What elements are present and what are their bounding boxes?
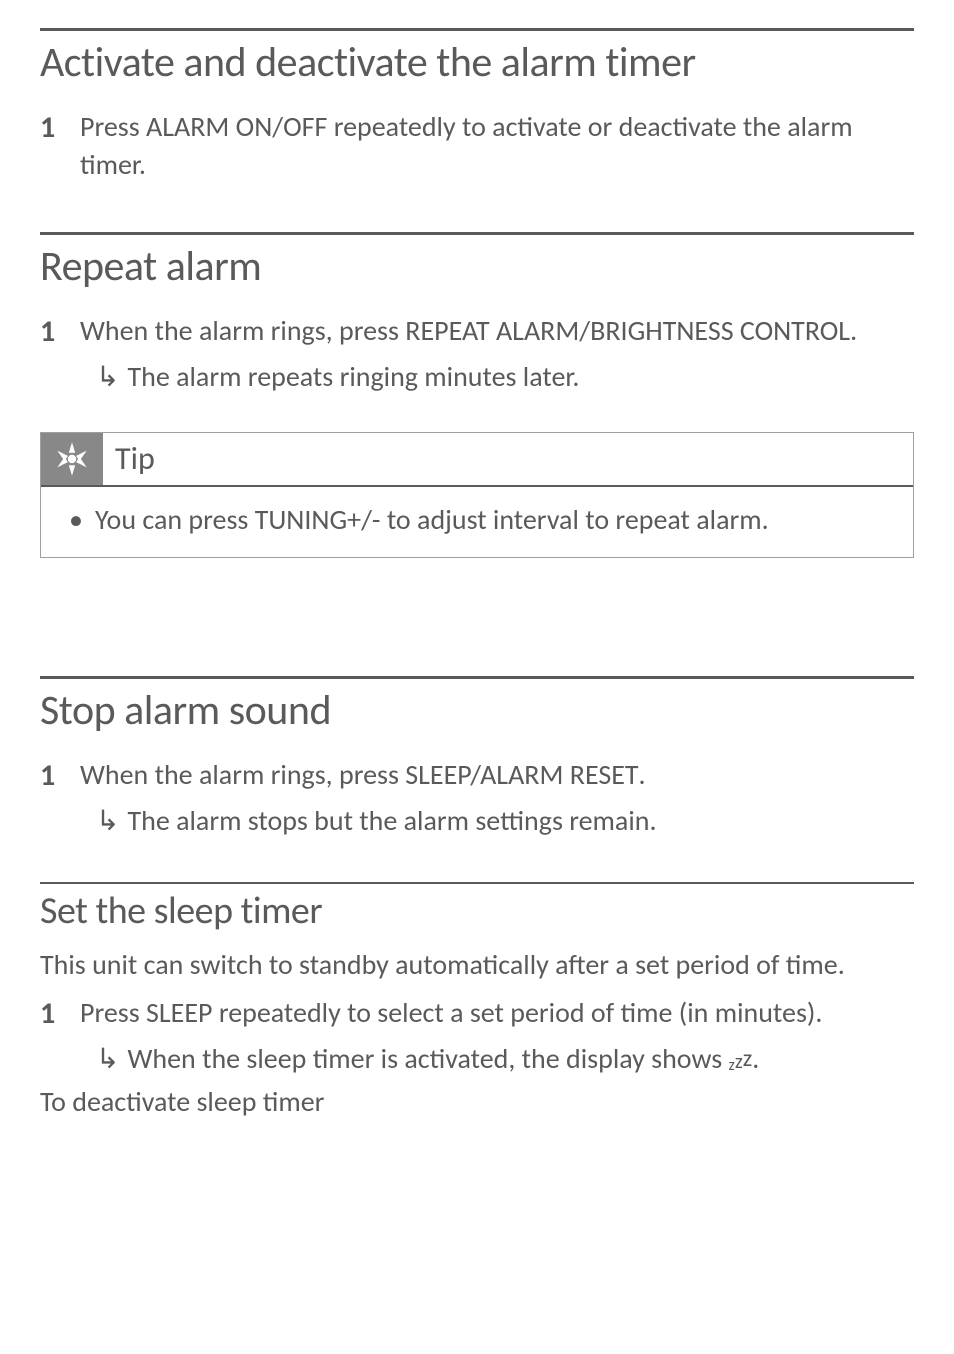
- text-fragment: When the alarm rings, press: [80, 313, 405, 348]
- tip-header: Tip: [41, 433, 913, 487]
- step-row: 1 When the alarm rings, press SLEEP/ALAR…: [40, 756, 914, 797]
- text-fragment: Press: [80, 109, 146, 144]
- heading-stop: Stop alarm sound: [40, 685, 914, 736]
- button-label-ref: SLEEP: [146, 995, 212, 1030]
- asterisk-icon: [41, 433, 103, 485]
- result-arrow-icon: ↳: [96, 802, 119, 840]
- sleep-icon: zzz: [729, 1047, 753, 1074]
- step-number: 1: [40, 994, 80, 1035]
- heading-activate: Activate and deactivate the alarm timer: [40, 37, 914, 88]
- intro-text: This unit can switch to standby automati…: [40, 946, 914, 984]
- button-label-ref: REPEAT ALARM/BRIGHTNESS CONTROL: [405, 313, 850, 348]
- bullet-icon: •: [69, 501, 95, 539]
- step-text: When the alarm rings, press SLEEP/ALARM …: [80, 756, 914, 794]
- result-arrow-icon: ↳: [96, 1040, 119, 1078]
- heading-sleep: Set the sleep timer: [40, 888, 914, 934]
- result-row: ↳ The alarm stops but the alarm settings…: [96, 802, 914, 840]
- section-activate: Activate and deactivate the alarm timer …: [40, 28, 914, 184]
- tip-text: You can press TUNING+/- to adjust interv…: [95, 501, 769, 539]
- tip-body: • You can press TUNING+/- to adjust inte…: [41, 487, 913, 557]
- tip-box: Tip • You can press TUNING+/- to adjust …: [40, 432, 914, 558]
- text-fragment: to adjust interval to repeat alarm.: [381, 502, 769, 537]
- text-fragment: When the alarm rings, press: [80, 757, 405, 792]
- text-fragment: .: [639, 757, 646, 792]
- button-label-ref: SLEEP/ALARM RESET: [405, 757, 638, 792]
- step-number: 1: [40, 312, 80, 353]
- text-fragment: You can press: [95, 502, 255, 537]
- step-number: 1: [40, 108, 80, 149]
- button-label-ref: TUNING+/-: [255, 502, 381, 537]
- horizontal-rule: [40, 882, 914, 884]
- subheading-deactivate: To deactivate sleep timer: [40, 1084, 914, 1119]
- step-row: 1 Press ALARM ON/OFF repeatedly to activ…: [40, 108, 914, 184]
- button-label-ref: ALARM ON/OFF: [146, 109, 327, 144]
- result-arrow-icon: ↳: [96, 358, 119, 396]
- text-fragment: Press: [80, 995, 146, 1030]
- result-text: The alarm repeats ringing minutes later.: [127, 358, 579, 396]
- heading-repeat: Repeat alarm: [40, 241, 914, 292]
- text-fragment: .: [752, 1041, 759, 1076]
- result-text: The alarm stops but the alarm settings r…: [127, 802, 656, 840]
- section-repeat: Repeat alarm 1 When the alarm rings, pre…: [40, 232, 914, 558]
- step-row: 1 When the alarm rings, press REPEAT ALA…: [40, 312, 914, 353]
- step-row: 1 Press SLEEP repeatedly to select a set…: [40, 994, 914, 1035]
- step-number: 1: [40, 756, 80, 797]
- text-fragment: When the sleep timer is activated, the d…: [127, 1041, 728, 1076]
- step-text: Press SLEEP repeatedly to select a set p…: [80, 994, 914, 1032]
- text-fragment: repeatedly to select a set period of tim…: [212, 995, 822, 1030]
- result-row: ↳ When the sleep timer is activated, the…: [96, 1040, 914, 1078]
- step-text: Press ALARM ON/OFF repeatedly to activat…: [80, 108, 914, 184]
- result-text: When the sleep timer is activated, the d…: [127, 1040, 759, 1078]
- result-row: ↳ The alarm repeats ringing minutes late…: [96, 358, 914, 396]
- section-stop: Stop alarm sound 1 When the alarm rings,…: [40, 676, 914, 840]
- tip-label: Tip: [103, 439, 155, 478]
- section-sleep: Set the sleep timer This unit can switch…: [40, 882, 914, 1119]
- text-fragment: .: [850, 313, 857, 348]
- step-text: When the alarm rings, press REPEAT ALARM…: [80, 312, 914, 350]
